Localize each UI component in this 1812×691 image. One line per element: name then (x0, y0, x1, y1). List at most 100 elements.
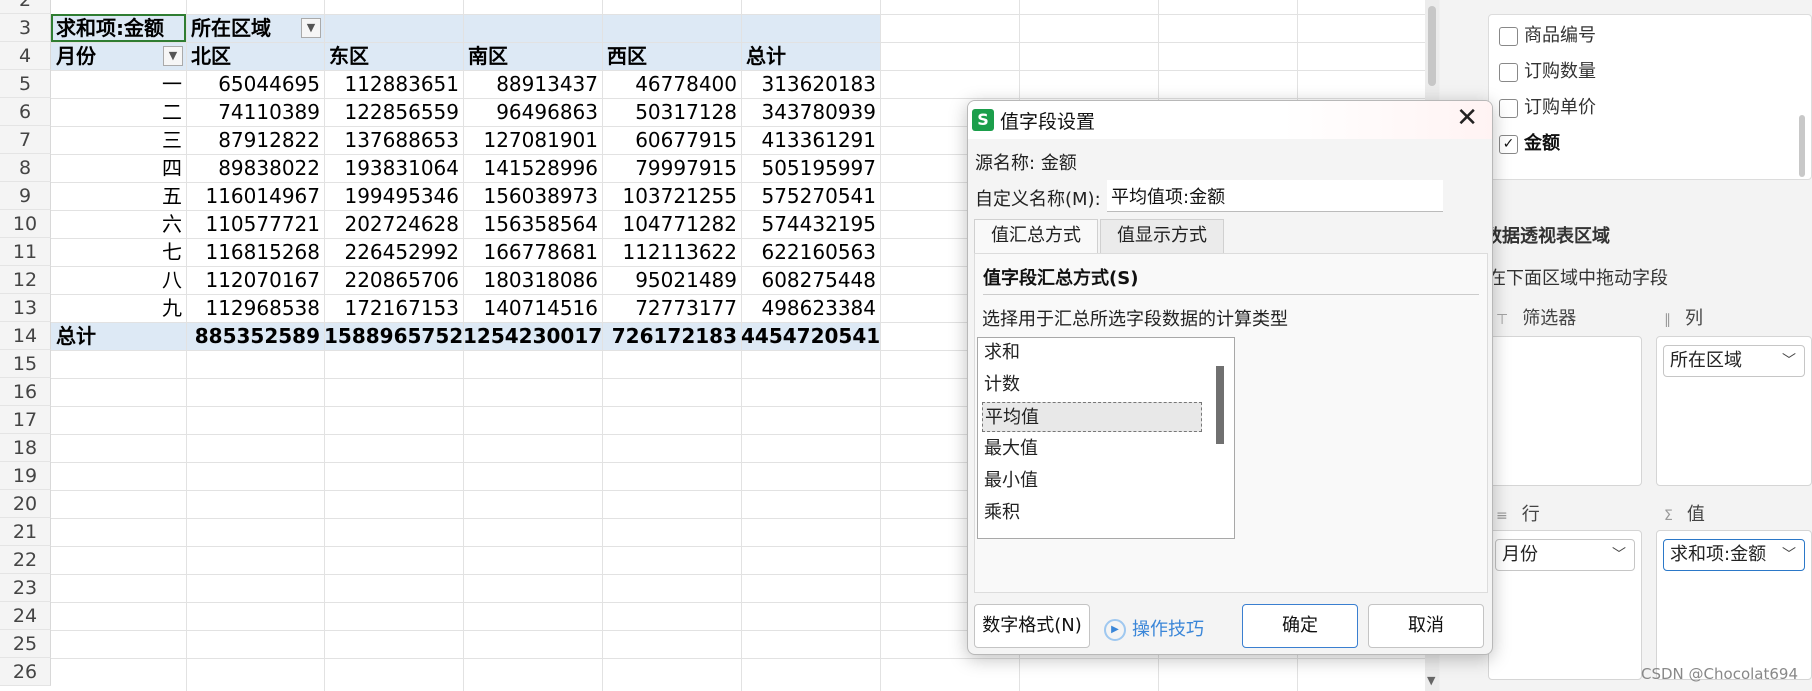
row-number[interactable]: 17 (0, 406, 51, 434)
value-cell[interactable]: 116815268 (186, 238, 324, 266)
value-cell[interactable]: 193831064 (324, 154, 463, 182)
row-number[interactable]: 11 (0, 238, 51, 266)
row-number[interactable]: 3 (0, 14, 51, 42)
list-item-average[interactable]: 平均值 (982, 402, 1202, 432)
value-cell[interactable]: 50317128 (602, 98, 741, 126)
value-cell[interactable]: 140714516 (463, 294, 602, 322)
value-cell[interactable]: 89838022 (186, 154, 324, 182)
value-cell[interactable]: 343780939 (741, 98, 880, 126)
list-item-max[interactable]: 最大值 (982, 434, 1202, 464)
row-number[interactable]: 14 (0, 322, 51, 350)
value-cell[interactable]: 220865706 (324, 266, 463, 294)
total-label-cell[interactable]: 总计 (51, 322, 186, 350)
value-cell[interactable]: 110577721 (186, 210, 324, 238)
value-cell[interactable]: 141528996 (463, 154, 602, 182)
row-number[interactable]: 16 (0, 378, 51, 406)
column-header-cell[interactable]: 北区 (186, 42, 324, 70)
month-cell[interactable]: 五 (51, 182, 186, 210)
column-header-cell[interactable]: 南区 (463, 42, 602, 70)
month-cell[interactable]: 三 (51, 126, 186, 154)
tips-link[interactable]: ▶ 操作技巧 (1104, 615, 1204, 641)
row-number[interactable]: 22 (0, 546, 51, 574)
row-number[interactable]: 19 (0, 462, 51, 490)
value-cell[interactable]: 87912822 (186, 126, 324, 154)
value-cell[interactable]: 72773177 (602, 294, 741, 322)
row-number[interactable]: 12 (0, 266, 51, 294)
checkbox-checked-icon[interactable]: ✓ (1499, 134, 1518, 154)
row-number[interactable]: 10 (0, 210, 51, 238)
month-cell[interactable]: 二 (51, 98, 186, 126)
value-cell[interactable]: 74110389 (186, 98, 324, 126)
summary-function-listbox[interactable]: 求和 计数 平均值 最大值 最小值 乘积 (977, 337, 1235, 539)
value-cell[interactable]: 199495346 (324, 182, 463, 210)
value-cell[interactable]: 166778681 (463, 238, 602, 266)
row-number[interactable]: 20 (0, 490, 51, 518)
value-cell[interactable]: 172167153 (324, 294, 463, 322)
row-number[interactable]: 15 (0, 350, 51, 378)
value-cell[interactable]: 112113622 (602, 238, 741, 266)
checkbox-icon[interactable] (1499, 26, 1518, 46)
column-filter-dropdown-icon[interactable]: ▼ (301, 18, 321, 38)
values-area-box[interactable]: 求和项:金额 ﹀ (1656, 530, 1812, 680)
column-header-cell[interactable]: 总计 (741, 42, 880, 70)
columns-area-box[interactable]: 所在区域 ﹀ (1656, 336, 1812, 486)
ok-button[interactable]: 确定 (1242, 604, 1358, 648)
field-item-product-id[interactable]: 商品编号 (1499, 23, 1596, 49)
row-number[interactable]: 9 (0, 182, 51, 210)
value-cell[interactable]: 46778400 (602, 70, 741, 98)
list-item-min[interactable]: 最小值 (982, 466, 1202, 496)
value-cell[interactable]: 226452992 (324, 238, 463, 266)
value-cell[interactable]: 505195997 (741, 154, 880, 182)
value-cell[interactable]: 88913437 (463, 70, 602, 98)
month-cell[interactable]: 一 (51, 70, 186, 98)
row-filter-dropdown-icon[interactable]: ▼ (163, 46, 183, 66)
month-cell[interactable]: 七 (51, 238, 186, 266)
tab-show-values-as[interactable]: 值显示方式 (1100, 219, 1224, 253)
list-item-sum[interactable]: 求和 (982, 338, 1202, 368)
number-format-button[interactable]: 数字格式(N) (974, 604, 1090, 648)
tab-summarize-by[interactable]: 值汇总方式 (974, 219, 1098, 253)
month-cell[interactable]: 六 (51, 210, 186, 238)
value-cell[interactable]: 95021489 (602, 266, 741, 294)
value-cell[interactable]: 104771282 (602, 210, 741, 238)
row-number[interactable]: 21 (0, 518, 51, 546)
total-value-cell[interactable]: 1588965752 (324, 322, 463, 350)
month-cell[interactable]: 四 (51, 154, 186, 182)
month-cell[interactable]: 八 (51, 266, 186, 294)
value-cell[interactable]: 575270541 (741, 182, 880, 210)
dialog-title-bar[interactable]: S 值字段设置 ✕ (968, 101, 1492, 139)
rows-field-chip[interactable]: 月份 ﹀ (1495, 539, 1635, 571)
row-number[interactable]: 26 (0, 658, 51, 686)
value-cell[interactable]: 622160563 (741, 238, 880, 266)
value-cell[interactable]: 79997915 (602, 154, 741, 182)
scroll-down-arrow-icon[interactable]: ▼ (1427, 674, 1435, 687)
list-item-count[interactable]: 计数 (982, 370, 1202, 400)
total-value-cell[interactable]: 885352589 (186, 322, 324, 350)
checkbox-icon[interactable] (1499, 98, 1518, 118)
month-cell[interactable]: 九 (51, 294, 186, 322)
pane-scrollbar-thumb[interactable] (1428, 6, 1436, 86)
row-number[interactable]: 23 (0, 574, 51, 602)
value-cell[interactable]: 574432195 (741, 210, 880, 238)
column-header-cell[interactable]: 东区 (324, 42, 463, 70)
value-cell[interactable]: 60677915 (602, 126, 741, 154)
value-cell[interactable]: 103721255 (602, 182, 741, 210)
value-cell[interactable]: 116014967 (186, 182, 324, 210)
custom-name-input[interactable] (1107, 180, 1443, 212)
listbox-scrollbar[interactable] (1216, 366, 1224, 444)
values-field-chip[interactable]: 求和项:金额 ﹀ (1663, 539, 1805, 571)
row-number[interactable]: 24 (0, 602, 51, 630)
value-cell[interactable]: 112968538 (186, 294, 324, 322)
columns-field-chip[interactable]: 所在区域 ﹀ (1663, 345, 1805, 377)
field-list-scrollbar[interactable] (1799, 115, 1805, 177)
row-number[interactable]: 18 (0, 434, 51, 462)
value-cell[interactable]: 608275448 (741, 266, 880, 294)
value-cell[interactable]: 112883651 (324, 70, 463, 98)
value-cell[interactable]: 137688653 (324, 126, 463, 154)
row-number[interactable]: 2 (0, 0, 51, 14)
filter-area-box[interactable] (1488, 336, 1642, 486)
value-cell[interactable]: 127081901 (463, 126, 602, 154)
value-cell[interactable]: 413361291 (741, 126, 880, 154)
row-number[interactable]: 25 (0, 630, 51, 658)
value-cell[interactable]: 202724628 (324, 210, 463, 238)
